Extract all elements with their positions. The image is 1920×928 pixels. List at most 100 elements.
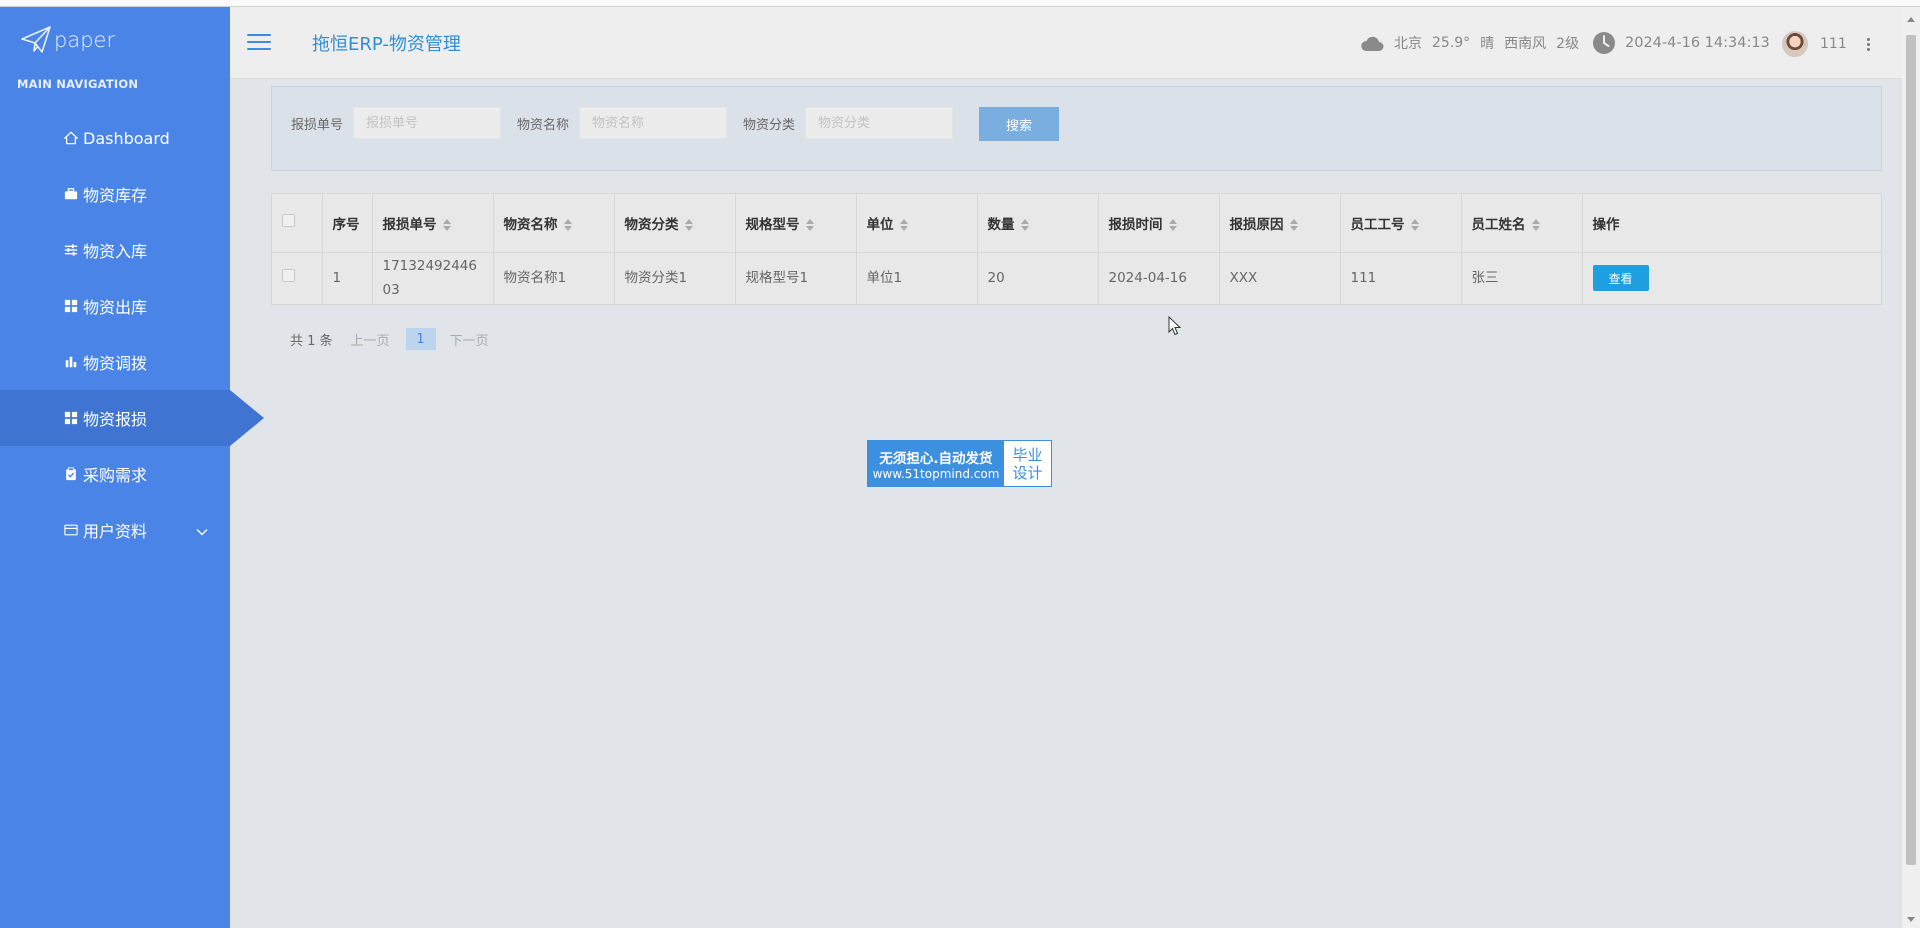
grid-icon (63, 298, 79, 314)
column-header: 操作 (1582, 194, 1881, 253)
weather-city: 北京 (1394, 36, 1422, 52)
sidebar-item-dashboard[interactable]: Dashboard (0, 110, 230, 166)
sort-icon[interactable] (442, 218, 451, 231)
select-all-cell (272, 194, 323, 253)
material-category-field: 物资分类 (743, 107, 954, 139)
column-header[interactable]: 物资分类 (614, 194, 736, 253)
sidebar: paper MAIN NAVIGATION Dashboard 物资库存 物资入… (0, 7, 264, 928)
column-header[interactable]: 规格型号 (735, 194, 857, 253)
sort-icon[interactable] (1168, 218, 1177, 231)
material-name-label: 物资名称 (517, 117, 570, 133)
select-all-checkbox[interactable] (282, 214, 295, 228)
vertical-scrollbar[interactable] (1902, 7, 1920, 928)
weather-temp: 25.9° (1432, 35, 1471, 51)
sidebar-item-label: 物资入库 (83, 242, 148, 261)
view-button[interactable]: 查看 (1592, 265, 1649, 292)
material-name-input[interactable] (579, 107, 728, 139)
username: 111 (1820, 36, 1847, 52)
table-cell: 物资分类1 (614, 252, 736, 304)
sidebar-item-label: 物资报损 (83, 410, 148, 429)
table-cell: 张三 (1461, 252, 1583, 304)
bar-chart-icon (63, 354, 79, 370)
chevron-down-icon[interactable] (196, 523, 208, 536)
weather-condition: 晴 (1480, 36, 1495, 52)
loss-number-label: 报损单号 (291, 117, 344, 133)
top-border (0, 0, 1920, 7)
column-header[interactable]: 单位 (856, 194, 978, 253)
column-header[interactable]: 报损原因 (1219, 194, 1341, 253)
nav-menu: Dashboard 物资库存 物资入库 物资出库 物资调拨 物资报损 采购需求 … (0, 110, 264, 558)
current-datetime: 2024-4-16 14:34:13 (1625, 35, 1770, 51)
nav-heading: MAIN NAVIGATION (17, 77, 139, 91)
loss-number-input[interactable] (353, 107, 502, 139)
badge-right-2: 设计 (1012, 463, 1043, 482)
column-header[interactable]: 物资名称 (493, 194, 615, 253)
row-checkbox[interactable] (282, 269, 295, 283)
scroll-down-icon[interactable] (1907, 917, 1915, 922)
more-vertical-icon[interactable] (1866, 37, 1870, 51)
sort-icon[interactable] (899, 218, 908, 231)
clock-icon (1593, 32, 1615, 54)
table-cell: 20 (977, 252, 1099, 304)
sidebar-item-label: Dashboard (83, 128, 170, 148)
loss-number-field: 报损单号 (291, 107, 502, 139)
column-header[interactable]: 数量 (977, 194, 1099, 253)
row-select-cell (272, 252, 323, 304)
sidebar-item-transfer[interactable]: 物资调拨 (0, 334, 230, 390)
menu-toggle-icon[interactable] (247, 34, 271, 52)
table-header-row: 序号 报损单号 物资名称 物资分类 规格型号 单位 数量 报损时间 报损原因 员… (272, 194, 1881, 253)
card-icon (63, 522, 79, 538)
table-cell: 1713249244603 (372, 252, 494, 304)
sort-icon[interactable] (684, 218, 693, 231)
sort-icon[interactable] (1289, 218, 1298, 231)
logo-text: paper (54, 28, 116, 52)
column-header: 序号 (322, 194, 373, 253)
column-header[interactable]: 员工姓名 (1461, 194, 1583, 253)
table-cell: 规格型号1 (735, 252, 857, 304)
user-menu[interactable]: 111 (1782, 31, 1870, 57)
sidebar-item-label: 物资库存 (83, 186, 148, 205)
sidebar-item-stock-out[interactable]: 物资出库 (0, 278, 230, 334)
table-row: 1 1713249244603 物资名称1 物资分类1 规格型号1 单位1 20… (272, 252, 1881, 304)
scrollbar-thumb[interactable] (1906, 35, 1916, 865)
grid-icon (63, 410, 79, 426)
material-category-label: 物资分类 (743, 117, 796, 133)
sidebar-item-purchase[interactable]: 采购需求 (0, 446, 230, 502)
weather-wind: 西南风 (1504, 36, 1547, 52)
weather-level: 2级 (1556, 36, 1580, 52)
current-page[interactable]: 1 (405, 328, 436, 350)
table-cell: 2024-04-16 (1098, 252, 1220, 304)
badge-line-2: www.51topmind.com (872, 466, 1000, 481)
sort-icon[interactable] (1020, 218, 1029, 231)
sidebar-item-inventory[interactable]: 物资库存 (0, 166, 230, 222)
paper-plane-icon (21, 26, 51, 53)
prev-page-button[interactable]: 上一页 (351, 330, 390, 349)
sidebar-item-label: 物资出库 (83, 298, 148, 317)
logo[interactable]: paper (20, 23, 115, 57)
sort-icon[interactable] (805, 218, 814, 231)
sidebar-item-stock-in[interactable]: 物资入库 (0, 222, 230, 278)
column-header[interactable]: 报损单号 (372, 194, 494, 253)
action-cell: 查看 (1582, 252, 1881, 304)
sort-icon[interactable] (1410, 218, 1419, 231)
material-category-input[interactable] (805, 107, 954, 139)
next-page-button[interactable]: 下一页 (450, 330, 489, 349)
mouse-cursor-icon (1168, 316, 1182, 336)
column-header[interactable]: 员工工号 (1340, 194, 1462, 253)
clipboard-icon (63, 466, 79, 482)
sidebar-item-label: 用户资料 (83, 522, 148, 541)
table-cell: 111 (1340, 252, 1462, 304)
loss-report-table: 序号 报损单号 物资名称 物资分类 规格型号 单位 数量 报损时间 报损原因 员… (271, 193, 1882, 305)
total-count: 共 1 条 (290, 333, 333, 349)
scroll-up-icon[interactable] (1907, 17, 1915, 22)
sort-icon[interactable] (563, 218, 572, 231)
search-button[interactable]: 搜索 (979, 107, 1059, 141)
pagination: 共 1 条 上一页 1 下一页 (290, 328, 489, 350)
column-header[interactable]: 报损时间 (1098, 194, 1220, 253)
sort-icon[interactable] (1531, 218, 1540, 231)
avatar[interactable] (1782, 31, 1808, 57)
sidebar-item-label: 物资调拨 (83, 354, 148, 373)
search-panel: 报损单号 物资名称 物资分类 搜索 (271, 86, 1882, 171)
sidebar-item-user-profile[interactable]: 用户资料 (0, 502, 230, 558)
sidebar-item-loss-report[interactable]: 物资报损 (0, 390, 264, 446)
